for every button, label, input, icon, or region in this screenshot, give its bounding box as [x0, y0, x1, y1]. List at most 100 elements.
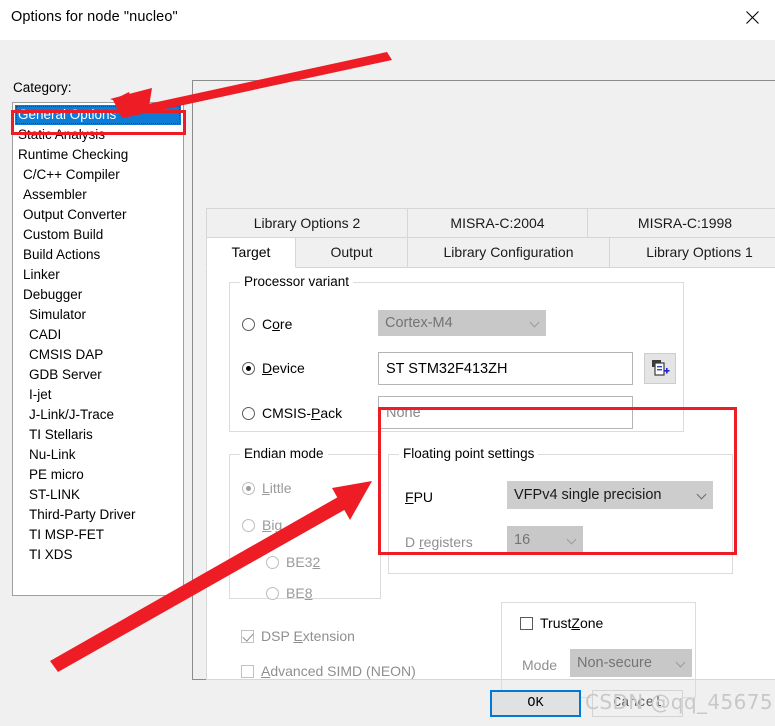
radio-endian-big[interactable]: Big: [242, 517, 282, 533]
d-registers-label: D registers: [405, 534, 473, 550]
combo-trustzone-mode-value: Non-secure: [577, 655, 652, 671]
radio-endian-be32[interactable]: BE32: [266, 554, 320, 570]
device-input-value: ST STM32F413ZH: [386, 360, 508, 377]
sidebar-item-gdb-server[interactable]: GDB Server: [13, 365, 183, 385]
checkbox-advanced-simd[interactable]: Advanced SIMD (NEON): [241, 663, 416, 679]
radio-endian-little-indicator: [242, 481, 255, 495]
title-bar: Options for node "nucleo": [0, 0, 775, 40]
checkbox-trustzone-label: TrustZone: [540, 615, 604, 631]
ok-button-label: OK: [527, 696, 544, 711]
dialog-body: Category: General Options Static Analysis…: [0, 40, 775, 726]
sidebar-item-output-converter[interactable]: Output Converter: [13, 205, 183, 225]
close-icon[interactable]: [729, 0, 775, 34]
radio-device[interactable]: Device: [242, 360, 305, 376]
cancel-button-label: Cancel: [613, 696, 662, 711]
radio-cmsis-pack-label: CMSIS-Pack: [262, 405, 343, 421]
radio-endian-be8-indicator: [266, 586, 279, 600]
tab-library-options-1[interactable]: Library Options 1: [610, 238, 775, 268]
sidebar-item-static-analysis[interactable]: Static Analysis: [13, 125, 183, 145]
radio-core-label: Core: [262, 316, 293, 332]
window-title: Options for node "nucleo": [11, 9, 178, 25]
sidebar-item-custom-build[interactable]: Custom Build: [13, 225, 183, 245]
radio-cmsis-pack-indicator: [242, 406, 255, 420]
sidebar-item-general-options[interactable]: General Options: [15, 105, 181, 125]
tab-row-upper: Library Options 2 MISRA-C:2004 MISRA-C:199…: [206, 208, 775, 238]
radio-device-indicator: [242, 361, 255, 375]
group-processor-variant: Processor variant Core Cortex-M4 Device …: [229, 274, 684, 432]
options-dialog: Options for node "nucleo" Category: Gene…: [0, 0, 775, 726]
radio-core[interactable]: Core: [242, 316, 292, 332]
tab-library-configuration[interactable]: Library Configuration: [408, 238, 610, 268]
sidebar-item-j-link-j-trace[interactable]: J-Link/J-Trace: [13, 405, 183, 425]
radio-endian-be32-indicator: [266, 555, 279, 569]
group-title-processor-variant: Processor variant: [240, 274, 354, 289]
radio-endian-little-label: Little: [262, 480, 292, 496]
sidebar-item-cmsis-dap[interactable]: CMSIS DAP: [13, 345, 183, 365]
combo-d-registers: 16: [507, 526, 583, 554]
cancel-button[interactable]: Cancel: [592, 690, 683, 717]
tab-library-options-2[interactable]: Library Options 2: [206, 208, 408, 238]
chevron-down-icon: [677, 659, 684, 666]
radio-device-label: Device: [262, 360, 305, 376]
sidebar-item-nu-link[interactable]: Nu-Link: [13, 445, 183, 465]
sidebar-item-build-actions[interactable]: Build Actions: [13, 245, 183, 265]
sidebar-item-assembler[interactable]: Assembler: [13, 185, 183, 205]
radio-endian-be32-label: BE32: [286, 554, 321, 570]
checkbox-trustzone[interactable]: TrustZone: [520, 615, 603, 631]
combo-fpu-value: VFPv4 single precision: [514, 487, 662, 503]
sidebar-item-ti-xds[interactable]: TI XDS: [13, 545, 183, 565]
combo-trustzone-mode: Non-secure: [570, 649, 692, 677]
ok-button[interactable]: OK: [490, 690, 581, 717]
checkbox-dsp-extension[interactable]: DSP Extension: [241, 628, 355, 644]
sidebar-item-cadi[interactable]: CADI: [13, 325, 183, 345]
checkbox-advanced-simd-label: Advanced SIMD (NEON): [261, 663, 416, 679]
combo-fpu[interactable]: VFPv4 single precision: [507, 481, 713, 509]
sidebar-item-debugger[interactable]: Debugger: [13, 285, 183, 305]
combo-core-variant: Cortex-M4: [378, 310, 546, 336]
cmsis-pack-placeholder: None: [386, 404, 421, 421]
tab-target[interactable]: Target: [206, 238, 296, 268]
sidebar-item-c-c-compiler[interactable]: C/C++ Compiler: [13, 165, 183, 185]
sidebar-item-pe-micro[interactable]: PE micro: [13, 465, 183, 485]
tab-row-lower: Target Output Library Configuration Library…: [206, 238, 775, 268]
fpu-label: FPU: [405, 489, 434, 505]
group-trustzone: TrustZone Mode Non-secure: [501, 602, 696, 698]
sidebar-item-linker[interactable]: Linker: [13, 265, 183, 285]
tab-misra-c-1998[interactable]: MISRA-C:1998: [588, 208, 775, 238]
radio-endian-little[interactable]: Little: [242, 480, 292, 496]
radio-cmsis-pack[interactable]: CMSIS-Pack: [242, 405, 342, 421]
checkbox-dsp-extension-indicator: [241, 629, 254, 643]
category-label: Category:: [13, 80, 72, 95]
sidebar-item-simulator[interactable]: Simulator: [13, 305, 183, 325]
group-title-endian-mode: Endian mode: [240, 446, 328, 461]
group-floating-point-settings: Floating point settings FPU VFPv4 single…: [388, 446, 733, 574]
sidebar-item-third-party-driver[interactable]: Third-Party Driver: [13, 505, 183, 525]
tab-misra-c-2004[interactable]: MISRA-C:2004: [408, 208, 588, 238]
sidebar-item-st-link[interactable]: ST-LINK: [13, 485, 183, 505]
radio-endian-big-label: Big: [262, 517, 283, 533]
sidebar-item-runtime-checking[interactable]: Runtime Checking: [13, 145, 183, 165]
category-list[interactable]: General Options Static Analysis Runtime Ch…: [12, 102, 184, 596]
sidebar-item-i-jet[interactable]: I-jet: [13, 385, 183, 405]
tab-output[interactable]: Output: [296, 238, 408, 268]
tab-strip: Library Options 2 MISRA-C:2004 MISRA-C:199…: [206, 208, 775, 268]
chevron-down-icon: [531, 319, 538, 326]
group-endian-mode: Endian mode Little Big BE32 BE8: [229, 446, 381, 601]
tab-page-target: Processor variant Core Cortex-M4 Device …: [206, 268, 775, 698]
cmsis-pack-input[interactable]: None: [378, 396, 633, 429]
radio-core-indicator: [242, 317, 255, 331]
group-title-floating-point: Floating point settings: [399, 446, 539, 461]
chevron-down-icon: [568, 536, 575, 543]
sidebar-item-ti-msp-fet[interactable]: TI MSP-FET: [13, 525, 183, 545]
checkbox-advanced-simd-indicator: [241, 664, 254, 678]
device-input[interactable]: ST STM32F413ZH: [378, 352, 633, 385]
combo-core-variant-value: Cortex-M4: [385, 315, 453, 331]
checkbox-trustzone-indicator: [520, 616, 533, 630]
device-select-icon[interactable]: [644, 353, 676, 384]
radio-endian-big-indicator: [242, 518, 255, 532]
checkbox-dsp-extension-label: DSP Extension: [261, 628, 355, 644]
sidebar-item-ti-stellaris[interactable]: TI Stellaris: [13, 425, 183, 445]
trustzone-mode-label: Mode: [522, 657, 558, 673]
radio-endian-be8[interactable]: BE8: [266, 585, 312, 601]
chevron-down-icon: [698, 491, 705, 498]
